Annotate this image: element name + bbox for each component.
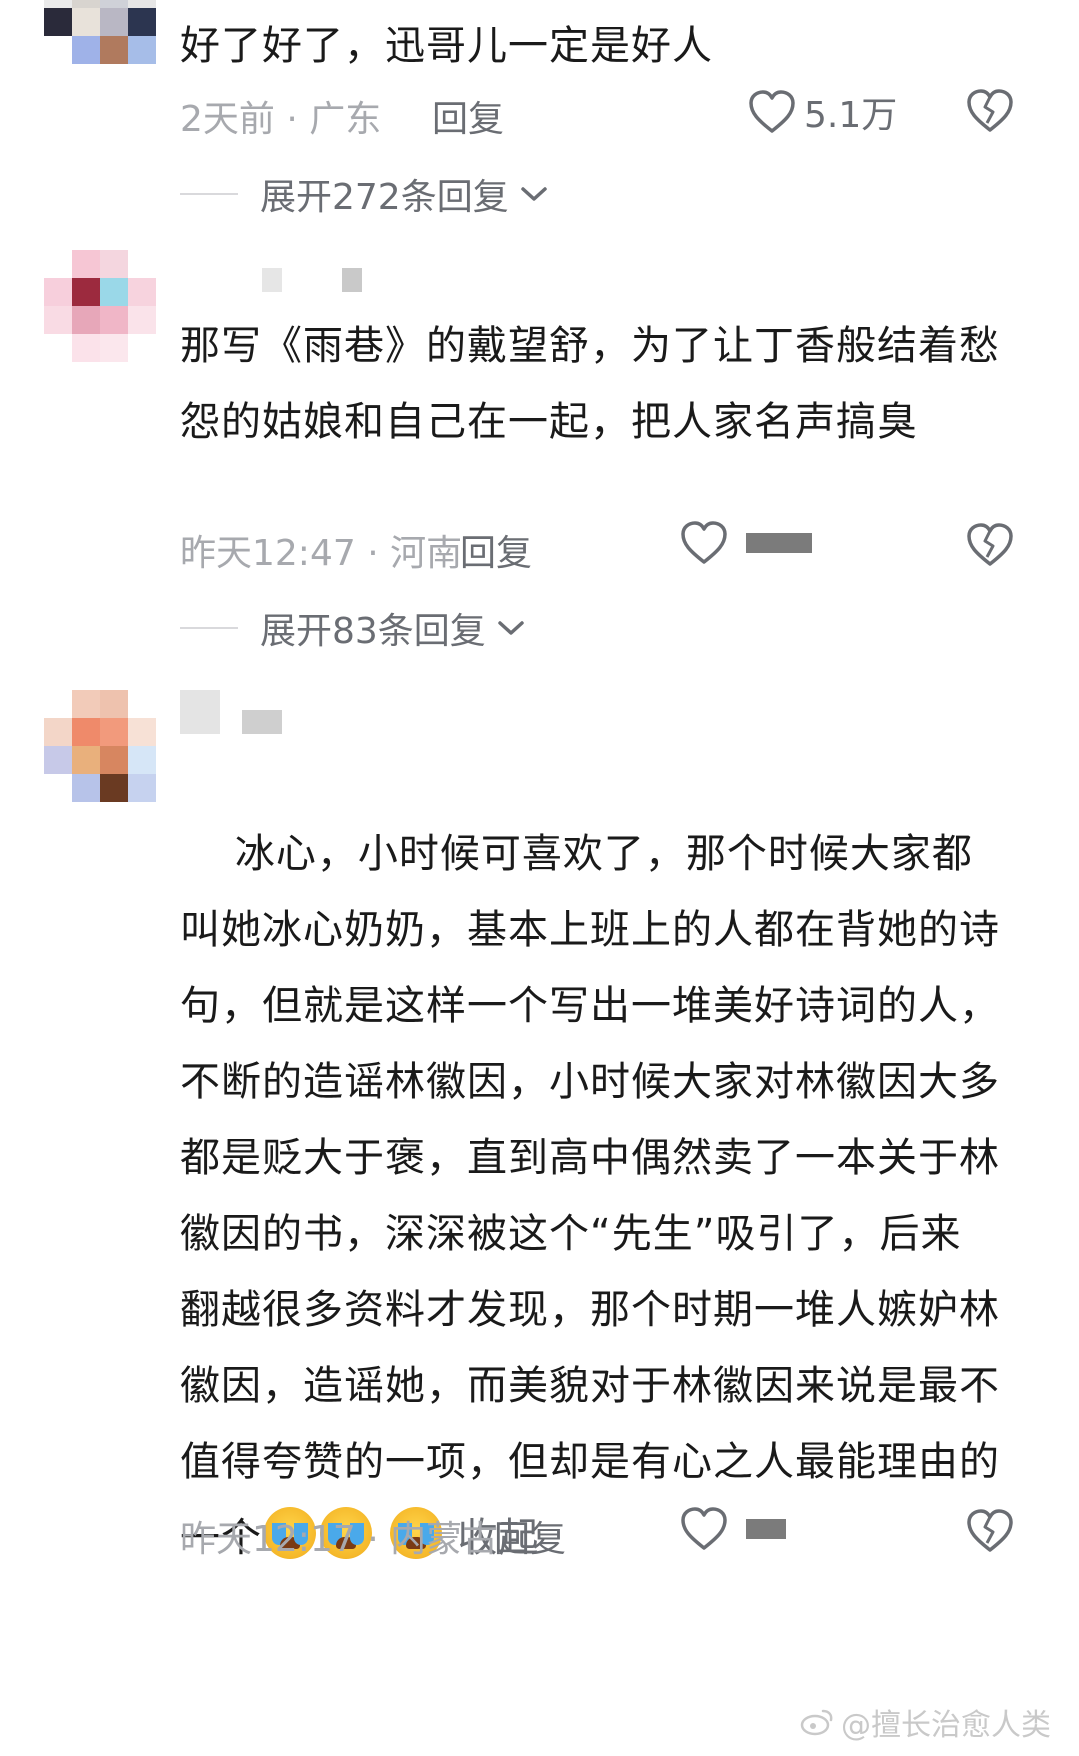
username[interactable]	[180, 690, 220, 734]
heart-outline-icon	[681, 521, 727, 564]
chevron-down-icon	[520, 187, 547, 201]
avatar[interactable]	[44, 690, 156, 802]
dislike-button[interactable]	[966, 1508, 1014, 1558]
dislike-button[interactable]	[966, 88, 1014, 138]
divider-line	[180, 193, 238, 195]
broken-heart-icon	[967, 1509, 1013, 1552]
broken-heart-icon	[967, 523, 1013, 566]
like-count	[746, 533, 812, 553]
expand-label: 展开83条回复	[260, 611, 486, 652]
comment-text: 那写《雨巷》的戴望舒，为了让丁香般结着愁怨的姑娘和自己在一起，把人家名声搞臭	[180, 323, 1000, 445]
comment-text-content: 冰心，小时候可喜欢了，那个时候大家都叫她冰心奶奶，基本上班上的人都在背她的诗句，…	[180, 831, 1000, 1561]
reply-button[interactable]: 回复	[494, 1510, 566, 1562]
comment-1: 好了好了，迅哥儿一定是好人 2天前 · 广东 回复 5.1万 展开272条回复	[0, 0, 1079, 230]
expand-replies-button[interactable]: 展开272条回复	[180, 168, 549, 220]
comment-3: 冰心，小时候可喜欢了，那个时候大家都叫她冰心奶奶，基本上班上的人都在背她的诗句，…	[0, 690, 1079, 1756]
username[interactable]	[262, 268, 282, 292]
comment-text: 好了好了，迅哥儿一定是好人	[180, 23, 713, 69]
like-count	[746, 1519, 786, 1539]
heart-outline-icon	[681, 1507, 727, 1550]
watermark-text: @擅长治愈人类	[841, 1708, 1051, 1743]
expand-replies-button[interactable]: 展开83条回复	[180, 602, 526, 654]
username-badge	[242, 710, 282, 734]
weibo-watermark: @擅长治愈人类	[799, 1700, 1051, 1744]
like-button[interactable]	[680, 1506, 786, 1552]
comment-meta: 2天前 · 广东	[180, 99, 382, 140]
heart-outline-icon	[749, 90, 795, 133]
expand-label: 展开272条回复	[260, 177, 509, 218]
like-button[interactable]: 5.1万	[748, 86, 897, 138]
reply-button[interactable]: 回复	[460, 524, 532, 576]
comment-2: 那写《雨巷》的戴望舒，为了让丁香般结着愁怨的姑娘和自己在一起，把人家名声搞臭 昨…	[0, 250, 1079, 680]
reply-button[interactable]: 回复	[432, 90, 504, 142]
like-count: 5.1万	[804, 95, 898, 136]
chevron-down-icon	[498, 621, 524, 635]
avatar[interactable]	[44, 250, 156, 362]
comment-meta: 昨天12:17 · 内蒙古	[180, 1519, 499, 1560]
divider-line	[180, 627, 238, 629]
weibo-logo-icon	[800, 1709, 833, 1736]
comment-meta: 昨天12:47 · 河南	[180, 533, 463, 574]
broken-heart-icon	[967, 89, 1013, 132]
dislike-button[interactable]	[966, 522, 1014, 572]
avatar[interactable]	[44, 0, 156, 64]
username-badge	[342, 268, 362, 292]
like-button[interactable]	[680, 520, 812, 566]
